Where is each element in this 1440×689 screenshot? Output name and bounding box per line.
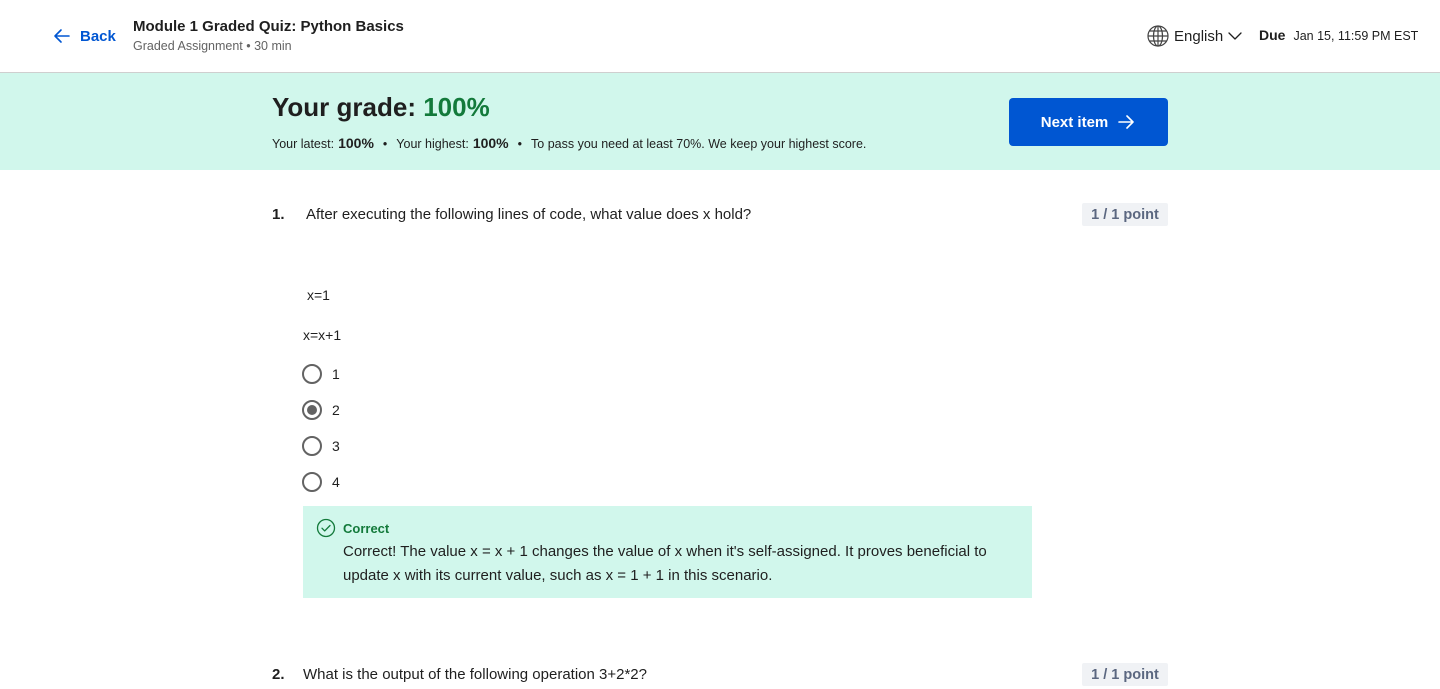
feedback-text: Correct! The value x = x + 1 changes the… — [343, 543, 987, 584]
due-date-info: Due Jan 15, 11:59 PM EST — [1259, 27, 1418, 43]
feedback-title: Correct — [343, 521, 390, 536]
radio-button[interactable] — [302, 364, 322, 384]
back-label: Back — [80, 27, 116, 45]
grade-banner: Your grade: 100% Your latest: 100% • You… — [0, 73, 1440, 170]
answer-option[interactable]: 1 — [302, 364, 340, 384]
due-label: Due — [1259, 27, 1286, 43]
next-item-label: Next item — [1040, 113, 1109, 131]
answer-option[interactable]: 4 — [302, 472, 340, 492]
globe-icon — [1147, 25, 1169, 47]
points-badge: 1 / 1 point — [1082, 203, 1168, 226]
option-label: 2 — [332, 402, 340, 418]
code-line: x=1 — [307, 287, 330, 303]
arrow-left-icon — [54, 29, 70, 43]
assignment-title-block: Module 1 Graded Quiz: Python Basics Grad… — [133, 17, 404, 54]
highest-label: Your highest: — [396, 137, 469, 151]
latest-value: 100% — [338, 135, 374, 151]
radio-button[interactable] — [302, 436, 322, 456]
top-header: Back Module 1 Graded Quiz: Python Basics… — [0, 0, 1440, 73]
question-text: After executing the following lines of c… — [306, 206, 752, 223]
grade-label: Your grade: — [272, 92, 416, 122]
radio-button[interactable] — [302, 472, 322, 492]
separator-dot: • — [382, 137, 388, 151]
grade-heading: Your grade: 100% — [272, 92, 490, 123]
grade-summary: Your latest: 100% • Your highest: 100% •… — [272, 135, 866, 151]
radio-button-selected[interactable] — [302, 400, 322, 420]
answer-option[interactable]: 2 — [302, 400, 340, 420]
question-number: 2. — [272, 666, 285, 683]
next-item-button[interactable]: Next item — [1009, 98, 1168, 146]
language-selector[interactable]: English — [1146, 24, 1243, 48]
option-label: 1 — [332, 366, 340, 382]
due-date: Jan 15, 11:59 PM EST — [1293, 29, 1419, 43]
grade-value: 100% — [423, 92, 490, 122]
page-title: Module 1 Graded Quiz: Python Basics — [133, 18, 404, 35]
latest-label: Your latest: — [272, 137, 335, 151]
question-number: 1. — [272, 206, 285, 223]
question-text: What is the output of the following oper… — [303, 666, 647, 683]
arrow-right-icon — [1118, 115, 1135, 129]
chevron-down-icon — [1228, 32, 1242, 40]
back-button[interactable]: Back — [52, 26, 116, 46]
highest-value: 100% — [472, 135, 509, 151]
option-label: 3 — [332, 438, 340, 454]
language-label: English — [1174, 27, 1224, 45]
code-line: x=x+1 — [303, 327, 342, 343]
separator-dot: • — [517, 137, 523, 151]
pass-note: To pass you need at least 70%. We keep y… — [531, 137, 867, 151]
option-label: 4 — [332, 474, 340, 490]
check-circle-icon — [316, 518, 336, 538]
points-badge: 1 / 1 point — [1082, 663, 1168, 686]
answer-option[interactable]: 3 — [302, 436, 340, 456]
feedback-box: Correct Correct! The value x = x + 1 cha… — [303, 506, 1032, 598]
assignment-subtitle: Graded Assignment • 30 min — [133, 39, 292, 53]
